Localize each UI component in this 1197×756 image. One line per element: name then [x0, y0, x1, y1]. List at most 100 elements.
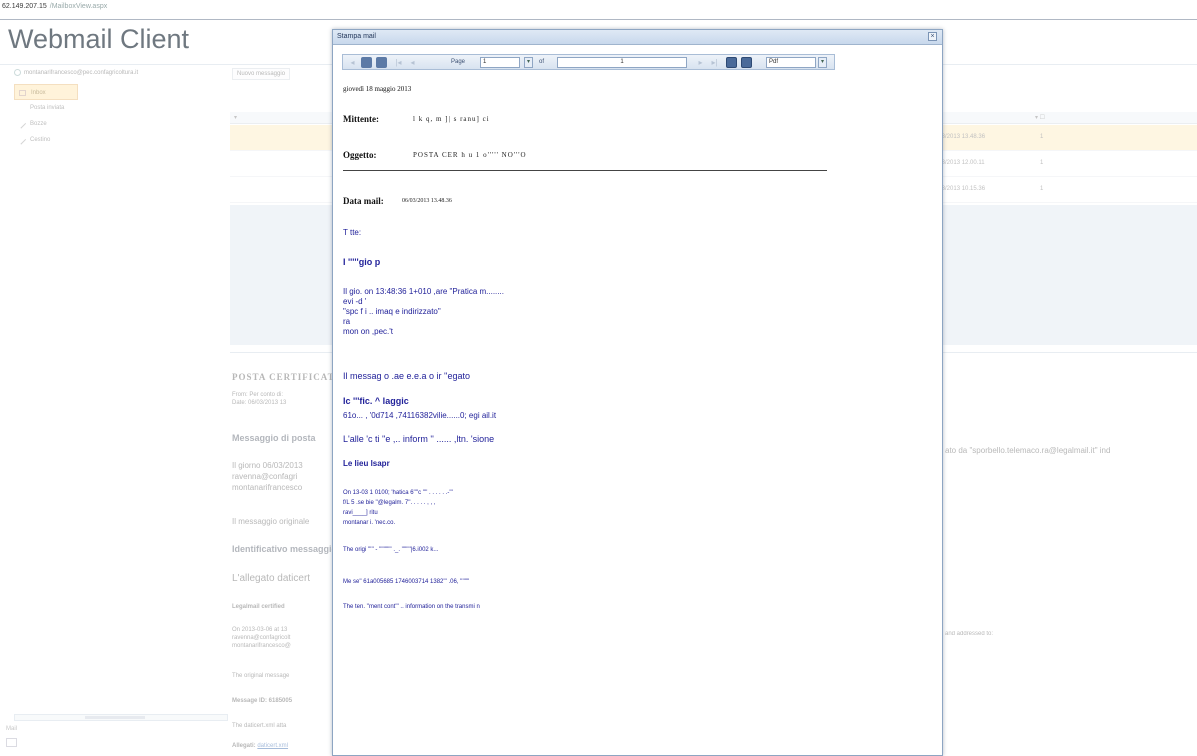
mail-icon: [6, 738, 17, 747]
preview-attached: L'allegato daticert: [232, 573, 311, 584]
sidebar-item-sent[interactable]: Posta inviata: [14, 100, 229, 116]
body-line: ra: [343, 317, 351, 326]
row-count: 1: [1040, 134, 1044, 140]
prev-page-icon[interactable]: ◂: [407, 57, 418, 68]
inbox-icon: [19, 90, 26, 96]
preview-attachments: Allegati: daticert.xml: [232, 743, 288, 749]
dialog-title: Stampa mail: [337, 33, 376, 40]
sidebar-item-drafts[interactable]: Bozze: [14, 116, 229, 132]
sidebar-item-trash[interactable]: Cestino: [14, 132, 229, 148]
sidebar-scrollbar[interactable]: [14, 714, 228, 721]
attachment-link[interactable]: daticert.xml: [257, 743, 288, 749]
preview-date: Date: 06/03/2013 13: [232, 400, 287, 406]
page-label: Page: [451, 59, 466, 65]
preview-daticert: The daticert.xml atta: [232, 723, 287, 729]
document-date: giovedì 18 maggio 2013: [343, 85, 412, 93]
row-count: 1: [1040, 186, 1044, 192]
print-icon[interactable]: [361, 57, 372, 68]
export-icon[interactable]: [741, 57, 752, 68]
dialog-titlebar[interactable]: Stampa mail ×: [333, 30, 942, 45]
preview-right-text: and addressed to:: [945, 631, 994, 637]
print-mail-dialog: Stampa mail × ◂ |◂ ◂ Page 1 ▾ of 1 ▸ ▸| …: [332, 29, 943, 756]
preview-original: Il messaggio originale: [232, 517, 310, 526]
body-line: ravi____] ritu: [343, 510, 378, 516]
report-toolbar: ◂ |◂ ◂ Page 1 ▾ of 1 ▸ ▸| Pdf ▾: [342, 54, 835, 70]
body-paragraph: On 13-03 1 0100; 'hatica 6''''c '''' . .…: [343, 488, 453, 528]
preview-legalmail-body: On 2013-03-06 at 13 ravenna@confagricolt m…: [232, 626, 291, 650]
body-line: Me se'' 61a005685 1746003714 1382''' .06…: [343, 579, 470, 585]
body-line: montanar i. 'nec.co.: [343, 520, 396, 526]
body-line: The ten. ''ment cont''' .. information o…: [343, 604, 480, 610]
pencil-icon: [16, 135, 27, 145]
body-line: L'alle 'c ti ''e ,.. inform '' ...... ,l…: [343, 434, 495, 444]
body-line: T tte:: [343, 228, 362, 237]
back-icon[interactable]: ◂: [347, 57, 358, 68]
preview-title: POSTA CERTIFICATA: [232, 372, 342, 382]
preview-body: Il giorno 06/03/2013 ravenna@confagri mont…: [232, 460, 303, 493]
browser-address[interactable]: 62.149.207.15/MailboxView.aspx: [2, 3, 107, 10]
of-label: of: [539, 59, 545, 65]
body-line: mon on ,pec.'t: [343, 327, 393, 336]
user-account[interactable]: montanarifrancesco@pec.confagricoltura.i…: [14, 69, 232, 76]
preview-line: ravenna@confagri: [232, 472, 298, 481]
subject-value: POSTA CER h u 1 o''''' NO'''O: [413, 151, 527, 159]
preview-message-id: Message ID: 6185005: [232, 698, 293, 704]
user-email: montanarifrancesco@pec.confagricoltura.i…: [24, 70, 139, 77]
scrollbar-thumb[interactable]: [85, 716, 145, 719]
mail-tab[interactable]: Mail: [6, 726, 17, 749]
row-count: 1: [1040, 160, 1044, 166]
preview-original-en: The original message: [232, 673, 290, 679]
preview-line: Il giorno 06/03/2013: [232, 461, 303, 470]
chevron-down-icon[interactable]: ▾: [818, 57, 827, 68]
first-page-icon[interactable]: |◂: [393, 57, 404, 68]
body-heading: Le lieu lsapr: [343, 459, 390, 468]
preview-heading: Messaggio di posta: [232, 433, 316, 443]
preview-header: From: Per conto di: Date: 06/03/2013 13: [232, 391, 286, 407]
preview-line: ravenna@confagricolt: [232, 635, 291, 641]
last-page-icon[interactable]: ▸|: [709, 57, 720, 68]
page-input[interactable]: 1: [480, 57, 520, 68]
sort-arrow-icon[interactable]: ▾: [234, 114, 237, 121]
body-heading: Ic '''fic. ^ laggic: [343, 396, 409, 406]
column-header[interactable]: ▾ ☐: [1035, 114, 1045, 121]
new-message-button[interactable]: Nuovo messaggio: [232, 68, 291, 80]
print-preview-icon[interactable]: [376, 57, 387, 68]
pencil-icon: [16, 119, 27, 129]
user-icon: [14, 69, 21, 76]
body-line: Il gio. on 13:48:36 1+010 ,are "Pratica …: [343, 287, 504, 296]
preview-ident: Identificativo messaggio: [232, 544, 338, 554]
body-line: "spc f i .. imaq e indirizzato": [343, 307, 441, 316]
body-line: Il messag o .ae e.e.a o ir ''egato: [343, 371, 471, 381]
body-line: 61o... , '0d714 ,74116382vilie......0; e…: [343, 411, 497, 420]
body-line: evi -d ': [343, 297, 367, 306]
body-line: On 13-03 1 0100; 'hatica 6''''c '''' . .…: [343, 490, 453, 496]
sidebar-item-label: Posta inviata: [30, 105, 65, 111]
address-host: 62.149.207.15: [2, 3, 47, 10]
address-path: /MailboxView.aspx: [49, 3, 108, 10]
preview-line: montanarifrancesco@: [232, 643, 291, 649]
mail-date-label: Data mail:: [343, 196, 384, 206]
save-icon[interactable]: [726, 57, 737, 68]
sender-value: l k q, m ]| s ranu] ci: [413, 115, 490, 123]
document-divider: [343, 170, 827, 171]
body-paragraph: Il gio. on 13:48:36 1+010 ,are "Pratica …: [343, 287, 504, 337]
mail-date-value: 06/03/2013 13.48.36: [402, 198, 452, 204]
preview-line: On 2013-03-06 at 13: [232, 627, 288, 633]
body-line: The origi ''''' - ''''''''''' ._. ''''''…: [343, 547, 439, 553]
sidebar-item-inbox[interactable]: Inbox: [14, 84, 78, 100]
attachments-label: Allegati:: [232, 743, 256, 749]
preview-from: From: Per conto di:: [232, 392, 284, 398]
preview-line: montanarifrancesco: [232, 483, 303, 492]
body-heading: I '''''gio p: [343, 257, 381, 267]
body-line: f/L 5 .se bie ''@legalm. 7''. . . . . , …: [343, 500, 436, 506]
close-icon[interactable]: ×: [928, 32, 937, 41]
folder-sidebar: Inbox Posta inviata Bozze Cestino: [14, 84, 229, 148]
sidebar-item-label: Inbox: [31, 90, 46, 96]
mail-print-document: giovedì 18 maggio 2013 Mittente: l k q, …: [343, 77, 933, 753]
sidebar-item-label: Bozze: [30, 121, 47, 127]
format-select[interactable]: Pdf: [766, 57, 816, 68]
next-page-icon[interactable]: ▸: [695, 57, 706, 68]
mail-tab-label: Mail: [6, 726, 18, 732]
chevron-down-icon[interactable]: ▾: [524, 57, 533, 68]
subject-label: Oggetto:: [343, 150, 377, 160]
